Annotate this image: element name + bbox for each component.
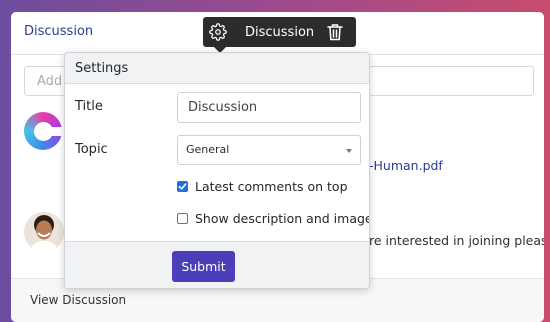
post-snippet: re interested in joining please [369,233,544,248]
show-desc-checkbox[interactable] [177,213,188,224]
toolbar-label: Discussion [245,24,315,40]
check-icon [178,183,187,190]
topic-select[interactable]: General [177,135,361,165]
attachment-link[interactable]: -Human.pdf [369,158,443,173]
submit-button[interactable]: Submit [172,251,235,282]
block-toolbar: Discussion [203,17,356,53]
gear-icon[interactable] [203,17,233,47]
latest-on-top-checkbox[interactable] [177,181,188,192]
topic-label: Topic [75,142,108,157]
title-input[interactable]: Discussion [177,92,361,123]
chevron-down-icon [346,149,352,153]
settings-popover: Settings Title Discussion Topic General … [64,52,370,289]
show-desc-row[interactable]: Show description and image [177,211,370,226]
settings-footer: Submit [65,241,369,288]
topic-select-value: General [186,143,230,156]
card-title[interactable]: Discussion [24,24,93,39]
settings-header: Settings [65,53,369,84]
brand-logo [24,112,63,150]
show-desc-label: Show description and image [195,211,370,226]
title-label: Title [75,99,103,114]
latest-on-top-row[interactable]: Latest comments on top [177,179,348,194]
title-input-value: Discussion [188,100,258,115]
person-avatar-icon [24,212,64,252]
settings-title: Settings [75,61,129,76]
trash-icon[interactable] [320,17,350,47]
latest-on-top-label: Latest comments on top [195,179,348,194]
avatar [24,212,64,252]
view-discussion-link[interactable]: View Discussion [30,293,126,307]
